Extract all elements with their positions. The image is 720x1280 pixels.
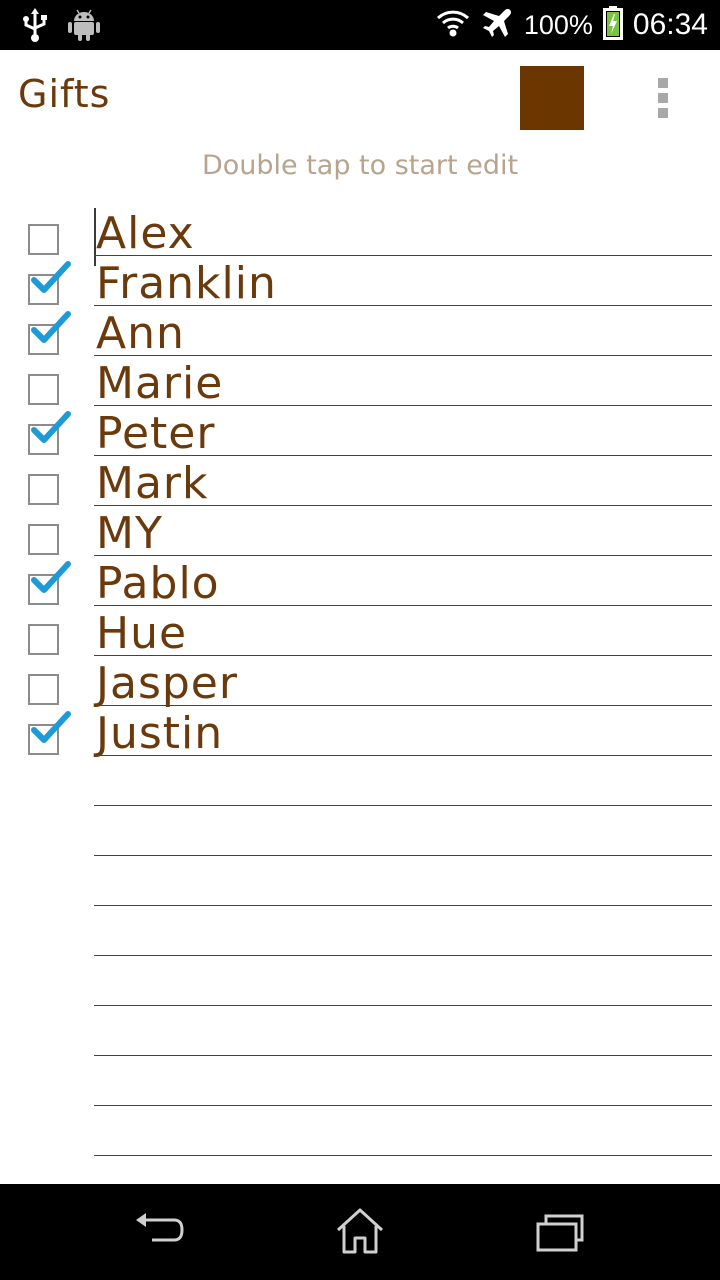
overflow-menu-icon[interactable] [648,74,680,122]
status-right-icons: 100% 06:34 [436,0,708,50]
android-icon [68,8,100,46]
list-item[interactable]: Pablo [0,556,720,609]
back-icon[interactable] [130,1204,190,1260]
list-item[interactable]: MY [0,506,720,559]
item-text[interactable]: Marie [96,359,223,409]
list-item[interactable]: Peter [0,406,720,459]
checkmark-icon [31,311,71,343]
list-item[interactable]: Mark [0,456,720,509]
empty-line[interactable] [0,1106,720,1156]
wifi-icon [436,8,470,42]
item-checkbox[interactable] [28,561,71,605]
app-title: Gifts [18,72,111,116]
list-item[interactable]: Marie [0,356,720,409]
battery-charging-icon [602,6,623,44]
clock: 06:34 [632,8,708,41]
recent-apps-icon[interactable] [532,1204,592,1260]
empty-line[interactable] [0,856,720,906]
item-text[interactable]: Ann [96,309,185,359]
list-item[interactable]: Alex [0,206,720,259]
item-checkbox[interactable] [28,261,71,305]
list-item[interactable]: Ann [0,306,720,359]
edit-hint: Double tap to start edit [201,150,519,181]
item-checkbox[interactable] [28,474,59,505]
item-text[interactable]: Justin [96,709,223,759]
list-item[interactable]: Hue [0,606,720,659]
gift-list: Alex Franklin Ann Marie Peter Mark MY Pablo Hue J… [0,206,720,1182]
empty-line[interactable] [0,1056,720,1106]
item-text[interactable]: Hue [96,609,187,659]
list-item[interactable]: Franklin [0,256,720,309]
item-checkbox[interactable] [28,224,59,255]
item-checkbox[interactable] [28,674,59,705]
item-text[interactable]: Pablo [96,559,220,609]
color-swatch-button[interactable] [520,66,584,130]
checkmark-icon [31,411,71,443]
empty-line[interactable] [0,806,720,856]
empty-line[interactable] [0,1006,720,1056]
status-bar: 100% 06:34 [0,0,720,50]
item-checkbox[interactable] [28,311,71,355]
screen: 100% 06:34 Gifts Double tap to start edi… [0,0,720,1280]
checkmark-icon [31,711,71,743]
checkmark-icon [31,561,71,593]
battery-percent: 100% [523,9,593,40]
item-checkbox[interactable] [28,624,59,655]
home-icon[interactable] [330,1204,390,1260]
item-checkbox[interactable] [28,711,71,755]
checkmark-icon [31,261,71,293]
item-text[interactable]: Mark [96,459,209,509]
status-left-icons [22,8,100,46]
empty-line[interactable] [0,956,720,1006]
item-checkbox[interactable] [28,524,59,555]
item-checkbox[interactable] [28,374,59,405]
item-checkbox[interactable] [28,411,71,455]
item-text[interactable]: Jasper [96,659,238,709]
item-text[interactable]: Franklin [96,259,277,309]
list-item[interactable]: Jasper [0,656,720,709]
empty-line[interactable] [0,756,720,806]
airplane-mode-icon [480,6,514,44]
action-bar: Gifts [0,50,720,146]
empty-line[interactable] [0,906,720,956]
item-text[interactable]: MY [96,509,163,559]
item-text[interactable]: Peter [96,409,215,459]
list-item[interactable]: Justin [0,706,720,759]
usb-icon [22,8,48,46]
ruled-line [94,1155,712,1156]
navigation-bar [0,1184,720,1280]
item-text[interactable]: Alex [96,209,195,259]
